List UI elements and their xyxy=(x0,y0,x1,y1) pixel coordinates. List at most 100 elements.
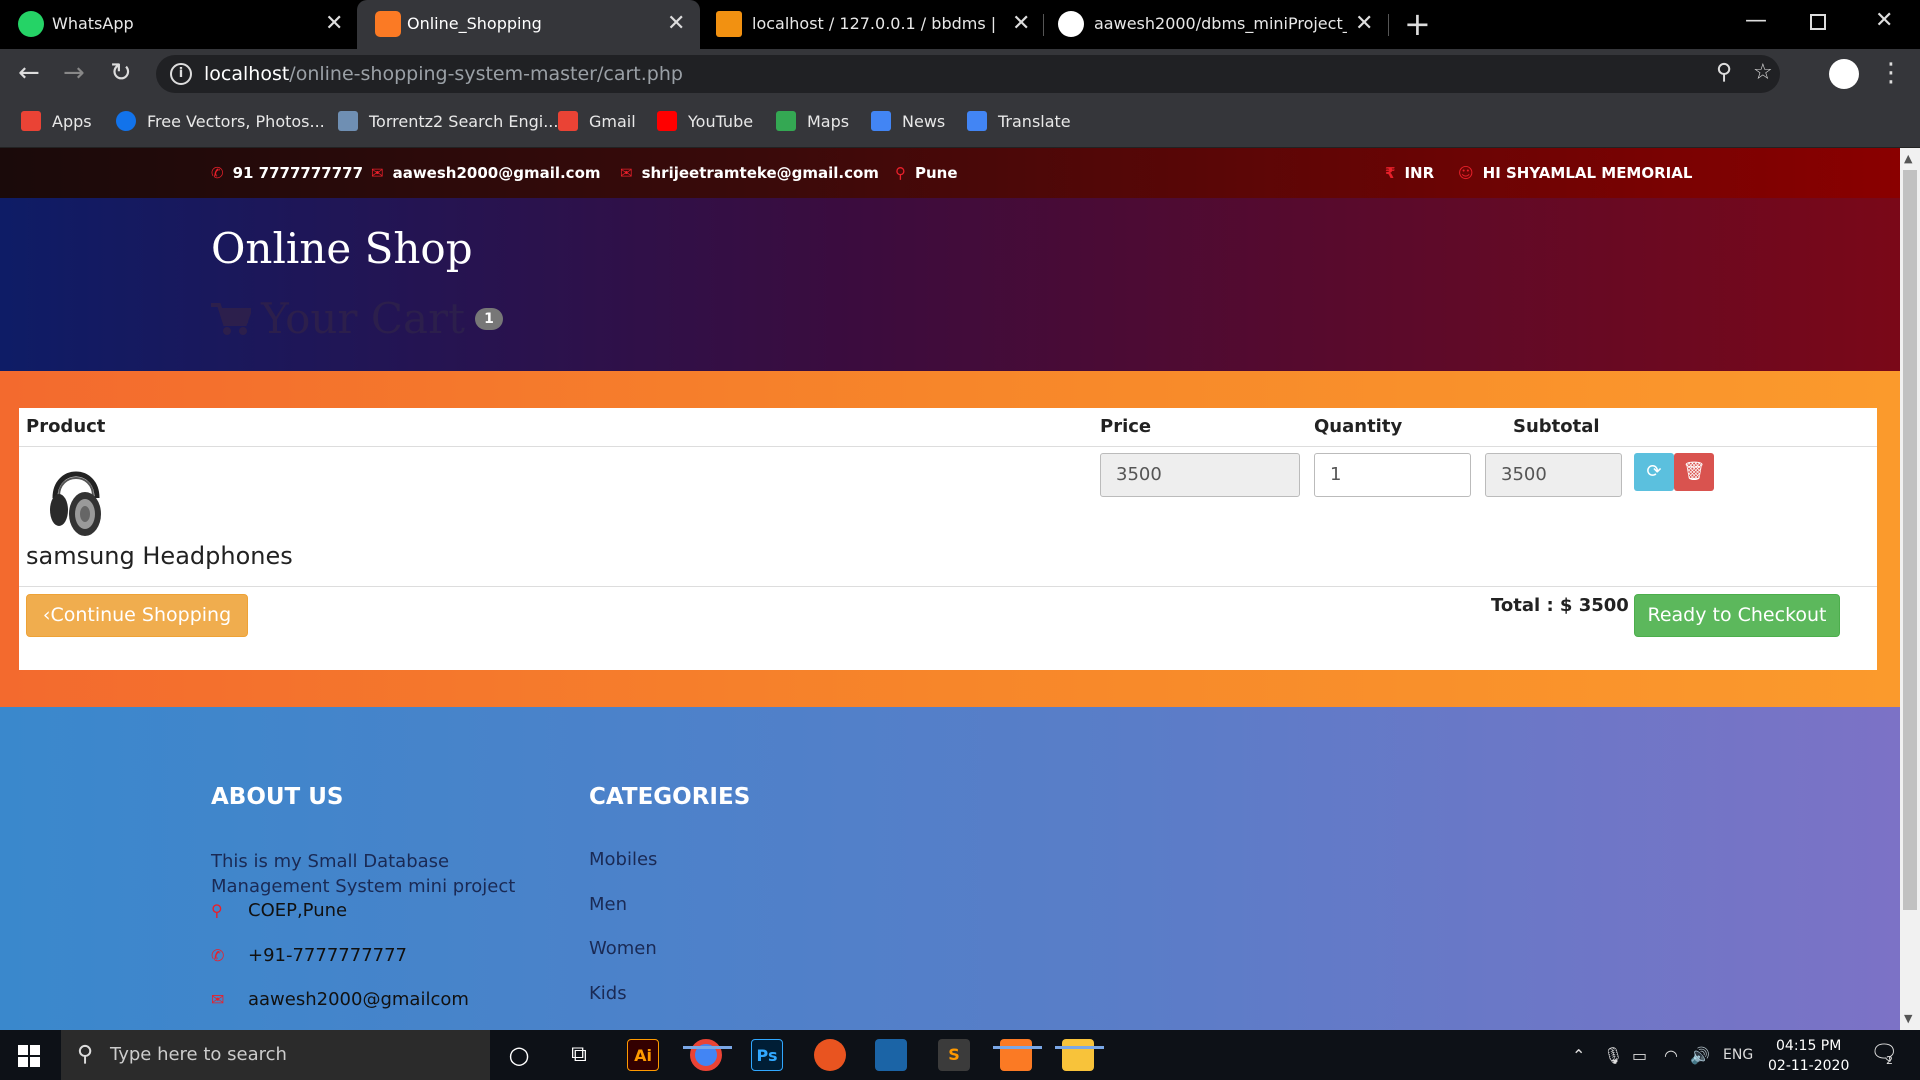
minimize-icon[interactable]: — xyxy=(1745,8,1767,33)
site-header: Online Shop Your Cart 1 xyxy=(0,198,1900,371)
account-menu[interactable]: ☺ HI SHYAMLAL MEMORIAL xyxy=(1458,164,1692,182)
ubuntu-icon[interactable] xyxy=(814,1039,846,1071)
tray-overflow-icon[interactable]: ⌃ xyxy=(1572,1046,1585,1065)
restore-icon[interactable] xyxy=(1810,14,1826,30)
chrome-icon[interactable] xyxy=(690,1039,722,1071)
bookmark-youtube[interactable]: YouTube xyxy=(657,111,753,131)
scroll-down-icon[interactable]: ▼ xyxy=(1904,1012,1912,1025)
close-tab-icon[interactable]: ✕ xyxy=(1012,11,1030,37)
url-text[interactable]: localhost/online-shopping-system-master/… xyxy=(204,63,683,85)
product-name[interactable]: samsung Headphones xyxy=(26,542,293,570)
address-bar[interactable]: i localhost/online-shopping-system-maste… xyxy=(156,55,1780,93)
site-info-icon[interactable]: i xyxy=(170,63,192,85)
volume-icon[interactable]: 🔊 xyxy=(1690,1046,1710,1065)
page-viewport: ✆ 91 7777777777 ✉ aawesh2000@gmail.com ✉ sh… xyxy=(0,148,1900,1030)
system-clock[interactable]: 04:15 PM 02-11-2020 xyxy=(1768,1036,1849,1076)
cortana-icon[interactable]: ○ xyxy=(503,1039,535,1071)
update-item-button[interactable]: ⟳ xyxy=(1634,453,1674,491)
tab-whatsapp[interactable]: WhatsApp ✕ xyxy=(0,0,355,49)
windows-taskbar: ⚲ Type here to search ○ ⧉ Ai Ps S ⌃ 🎙 ▭ … xyxy=(0,1030,1920,1080)
wifi-icon[interactable]: ◠ xyxy=(1664,1046,1678,1065)
whatsapp-icon xyxy=(18,11,44,37)
close-tab-icon[interactable]: ✕ xyxy=(667,11,685,37)
bookmark-apps[interactable]: Apps xyxy=(21,111,92,131)
profile-avatar[interactable] xyxy=(1829,59,1859,89)
footer-phone-text: +91-7777777777 xyxy=(248,945,408,966)
file-explorer-icon[interactable] xyxy=(1062,1039,1094,1071)
top-phone: ✆ 91 7777777777 xyxy=(211,164,363,182)
quantity-input[interactable]: 1 xyxy=(1314,453,1471,497)
shopping-cart-icon xyxy=(211,302,251,335)
continue-shopping-button[interactable]: ‹Continue Shopping xyxy=(26,594,248,637)
windows-start-icon[interactable] xyxy=(18,1045,40,1067)
top-email-2[interactable]: ✉ shrijeetramteke@gmail.com xyxy=(620,164,879,182)
phone-icon: ✆ xyxy=(211,164,224,182)
bookmark-news[interactable]: News xyxy=(871,111,945,131)
about-text: This is my Small Database Management Sys… xyxy=(211,851,516,897)
battery-icon[interactable]: ▭ xyxy=(1632,1046,1647,1065)
checkout-button[interactable]: Ready to Checkout xyxy=(1634,594,1840,637)
map-marker-icon: ⚲ xyxy=(211,901,223,920)
xampp-icon[interactable] xyxy=(1000,1039,1032,1071)
browser-tab-strip: WhatsApp ✕ Online_Shopping ✕ localhost /… xyxy=(0,0,1920,49)
scroll-up-icon[interactable]: ▲ xyxy=(1904,152,1912,165)
page-scrollbar[interactable]: ▲ ▼ xyxy=(1900,148,1920,1030)
language-indicator[interactable]: ENG xyxy=(1723,1047,1753,1063)
illustrator-icon[interactable]: Ai xyxy=(627,1039,659,1071)
category-link-kids[interactable]: Kids xyxy=(589,983,627,1004)
category-link-men[interactable]: Men xyxy=(589,894,627,915)
tab-online-shopping[interactable]: Online_Shopping ✕ xyxy=(357,0,700,49)
scroll-thumb[interactable] xyxy=(1903,170,1917,910)
bookmark-maps[interactable]: Maps xyxy=(776,111,849,131)
your-cart-link[interactable]: Your Cart 1 xyxy=(211,294,503,343)
back-icon[interactable]: ← xyxy=(18,57,40,89)
subtotal-field: 3500 xyxy=(1485,453,1622,497)
zoom-icon[interactable]: ⚲ xyxy=(1716,60,1732,85)
bookmark-gmail[interactable]: Gmail xyxy=(558,111,636,131)
menu-kebab-icon[interactable]: ⋮ xyxy=(1878,57,1904,89)
top-email-1[interactable]: ✉ aawesh2000@gmail.com xyxy=(371,164,601,182)
bookmark-label: Translate xyxy=(998,111,1071,131)
greeting-text: HI SHYAMLAL MEMORIAL xyxy=(1482,164,1693,182)
taskbar-search-box[interactable]: ⚲ Type here to search xyxy=(61,1030,490,1080)
bookmark-label: Torrentz2 Search Engi... xyxy=(369,111,559,131)
row-divider xyxy=(19,586,1877,587)
task-view-icon[interactable]: ⧉ xyxy=(563,1039,595,1071)
apps-grid-icon xyxy=(21,111,41,131)
headphones-image xyxy=(50,471,101,536)
photoshop-icon[interactable]: Ps xyxy=(751,1039,783,1071)
close-tab-icon[interactable]: ✕ xyxy=(325,11,343,37)
github-icon xyxy=(1058,11,1084,37)
virtualbox-icon[interactable] xyxy=(875,1039,907,1071)
reload-icon[interactable]: ↻ xyxy=(110,57,132,89)
url-host: localhost xyxy=(204,63,290,85)
notification-center-icon[interactable]: 🗨 xyxy=(1870,1041,1898,1066)
bookmark-freepik[interactable]: Free Vectors, Photos... xyxy=(116,111,325,131)
category-link-women[interactable]: Women xyxy=(589,938,657,959)
footer-email[interactable]: ✉ aawesh2000@gmailcom xyxy=(211,989,469,1010)
bookmark-star-icon[interactable]: ☆ xyxy=(1753,60,1773,85)
search-icon: ⚲ xyxy=(77,1042,94,1067)
site-footer: ABOUT US This is my Small Database Manag… xyxy=(0,707,1900,1030)
bookmark-torrentz[interactable]: Torrentz2 Search Engi... xyxy=(338,111,558,131)
microphone-icon[interactable]: 🎙 xyxy=(1603,1046,1623,1065)
tab-github[interactable]: aawesh2000/dbms_miniProject_onli ✕ xyxy=(1044,0,1387,49)
shop-title[interactable]: Online Shop xyxy=(211,224,473,273)
sublime-text-icon[interactable]: S xyxy=(938,1039,970,1071)
top-phone-text: 91 7777777777 xyxy=(232,164,364,182)
categories-heading: CATEGORIES xyxy=(589,784,751,810)
category-link-mobiles[interactable]: Mobiles xyxy=(589,849,657,870)
currency-selector[interactable]: ₹ INR xyxy=(1385,164,1434,182)
news-icon xyxy=(871,111,891,131)
close-tab-icon[interactable]: ✕ xyxy=(1355,11,1373,37)
notification-count: 2 xyxy=(1886,1054,1893,1067)
new-tab-icon[interactable]: + xyxy=(1404,8,1431,40)
your-cart-label: Your Cart xyxy=(261,294,465,343)
tab-phpmyadmin[interactable]: localhost / 127.0.0.1 / bbdms | php ✕ xyxy=(700,0,1043,49)
bookmark-translate[interactable]: Translate xyxy=(967,111,1071,131)
delete-item-button[interactable]: 🗑 xyxy=(1674,453,1714,491)
forward-icon[interactable]: → xyxy=(63,57,85,89)
window-close-icon[interactable]: ✕ xyxy=(1875,8,1893,33)
top-email-text: shrijeetramteke@gmail.com xyxy=(641,164,879,182)
envelope-icon: ✉ xyxy=(620,164,633,182)
